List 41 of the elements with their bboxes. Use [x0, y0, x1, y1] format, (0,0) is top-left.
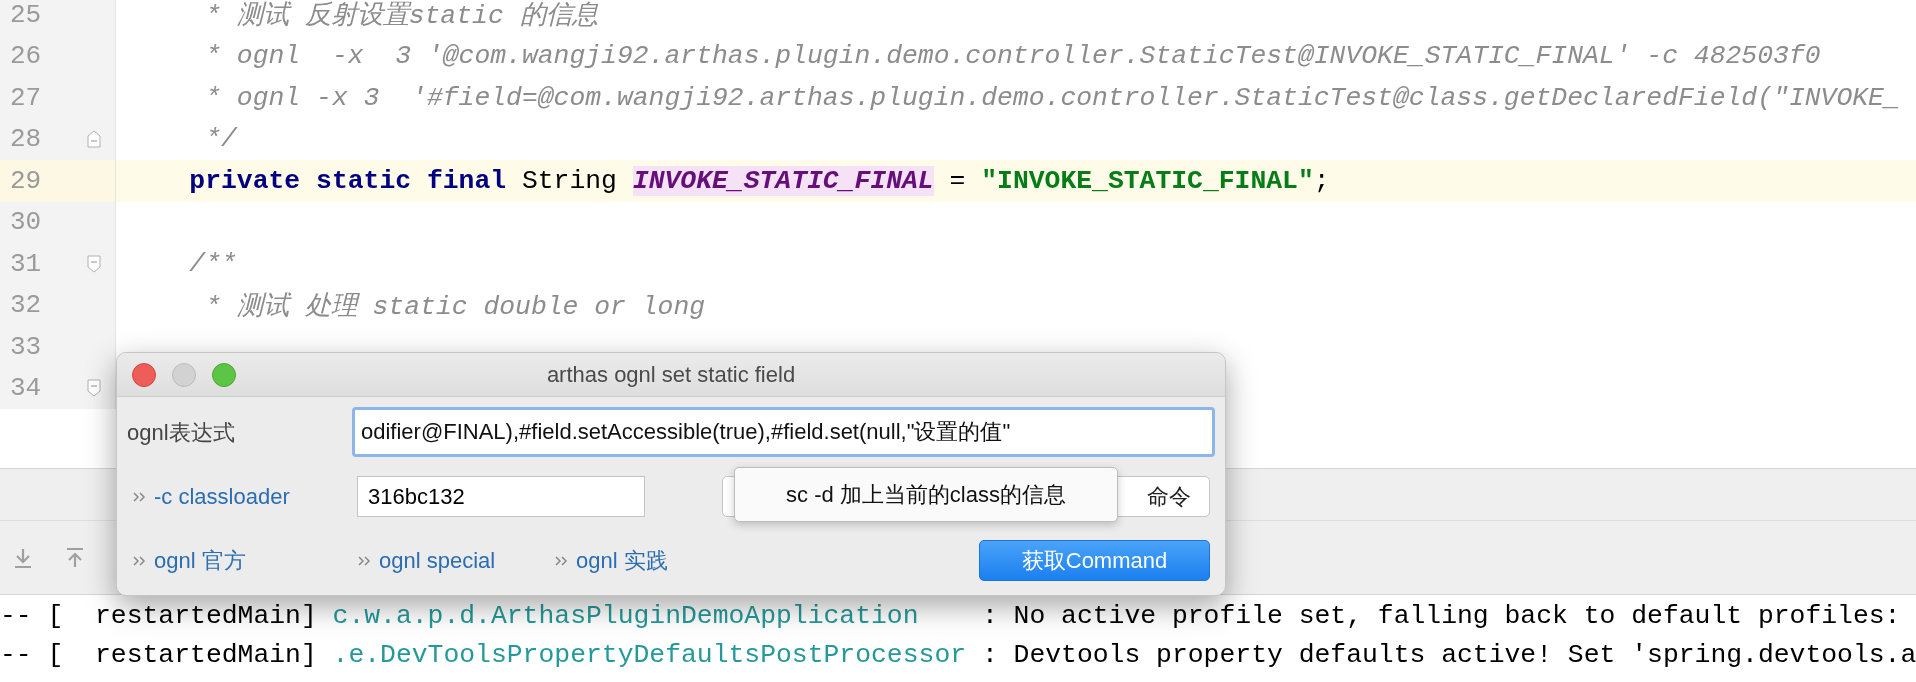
fold-marker-icon[interactable]	[87, 254, 101, 273]
maximize-icon[interactable]	[212, 362, 236, 387]
code-line: private static final String INVOKE_STATIC_FINAL = "INVOKE_STATIC_FINAL";	[188, 165, 1330, 196]
minimize-icon[interactable]	[172, 362, 196, 387]
expression-field[interactable]: odifier@FINAL),#field.setAccessible(true),#field.set(null,"设置的值"	[352, 407, 1215, 457]
double-chevron-icon	[357, 554, 371, 567]
arrow-down-icon[interactable]	[12, 547, 34, 569]
line-number: 28	[10, 124, 42, 155]
code-line: * ognl -x 3 '@com.wangji92.arthas.plugin.demo.controller.StaticTest@INVOKE_STATIC_FINAL' -c 482503f0	[204, 41, 1821, 72]
link[interactable]: ognl 官方	[154, 544, 246, 577]
log-line: -- [ restartedMain] .e.DevToolsPropertyDefaultsPostProcessor : Devtools property defaults active! Set 'spring.devtools.a	[0, 639, 1916, 672]
arrow-up-icon[interactable]	[64, 547, 86, 569]
link[interactable]: ognl special	[379, 544, 496, 577]
log-line: -- [ restartedMain] c.w.a.p.d.ArthasPluginDemoApplication : No active profile set, falling back to default profiles:	[0, 600, 1902, 633]
fold-marker-icon[interactable]	[87, 130, 101, 149]
double-chevron-icon	[554, 554, 568, 567]
code-line: */	[204, 124, 237, 155]
code-line: /**	[188, 248, 237, 279]
code-line: * 测试 处理 static double or long	[204, 290, 706, 323]
get-command-button[interactable]: 获取Command	[979, 540, 1210, 581]
code-line: * ognl -x 3 '#field=@com.wangji92.arthas.plugin.demo.controller.StaticTest@class.getDeclaredField("INVOKE_	[204, 82, 1900, 113]
close-icon[interactable]	[132, 362, 156, 387]
line-number: 30	[10, 207, 42, 238]
double-chevron-icon	[132, 490, 146, 503]
classloader-field[interactable]: 316bc132	[357, 476, 645, 517]
line-number: 27	[10, 82, 42, 113]
line-number: 33	[10, 331, 42, 362]
line-number: 29	[10, 165, 42, 196]
link[interactable]: -c classloader	[154, 480, 290, 513]
fold-marker-icon[interactable]	[87, 379, 101, 398]
line-number: 34	[10, 373, 42, 404]
link[interactable]: ognl 实践	[576, 544, 668, 577]
line-number: 26	[10, 41, 42, 72]
double-chevron-icon	[132, 554, 146, 567]
code-line: * 测试 反射设置static 的信息	[204, 0, 598, 33]
line-number: 25	[10, 0, 42, 30]
tooltip: sc -d 加上当前的class的信息	[734, 467, 1118, 522]
line-number: 32	[10, 290, 42, 321]
field-label: ognl表达式	[127, 418, 236, 447]
window-title: arthas ognl set static field	[546, 361, 796, 389]
line-number: 31	[10, 248, 42, 279]
